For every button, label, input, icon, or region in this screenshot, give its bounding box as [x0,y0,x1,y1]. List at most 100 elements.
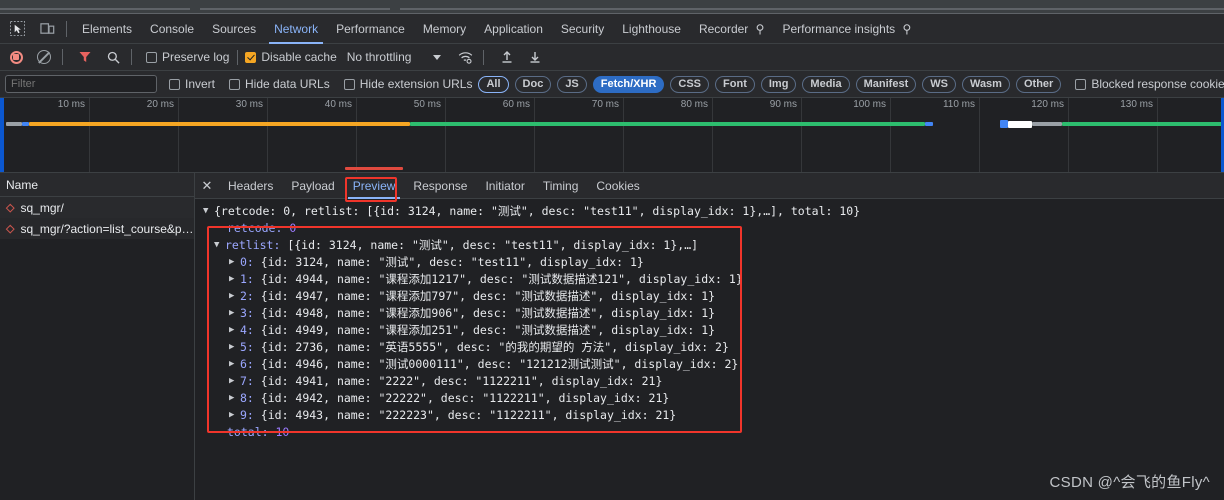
hide-extension-urls-checkbox[interactable]: Hide extension URLs [343,77,472,91]
tab-performance[interactable]: Performance [327,14,414,44]
close-icon[interactable]: ✕ [195,173,219,199]
json-item-value: {id: 4944, name: "课程添加1217", desc: "测试数据… [260,272,743,286]
tab-cookies[interactable]: Cookies [587,173,648,199]
inspect-element-icon[interactable] [4,16,30,42]
disable-cache-checkbox[interactable]: Disable cache [245,50,337,64]
tab-elements[interactable]: Elements [73,14,141,44]
network-overview-timeline[interactable]: 10 ms 20 ms 30 ms 40 ms 50 ms 60 ms 70 m… [0,98,1224,173]
type-chip-media[interactable]: Media [802,75,850,93]
type-chip-all[interactable]: All [478,75,509,93]
json-preview-viewer[interactable]: ▼ {retcode: 0, retlist: [{id: 3124, name:… [195,199,1224,500]
json-key-total: total: [227,425,269,439]
type-chip-doc[interactable]: Doc [514,75,552,93]
type-chip-manifest[interactable]: Manifest [855,75,917,93]
json-array-item[interactable]: ▶ 8: {id: 4942, name: "22222", desc: "112… [203,390,1224,407]
request-row-2[interactable]: ◇⁠ sq_mgr/?action=list_course&p… [0,218,194,239]
type-chip-wasm[interactable]: Wasm [961,75,1010,93]
tab-response[interactable]: Response [404,173,476,199]
tab-sources[interactable]: Sources [203,14,265,44]
chevron-collapsed-icon[interactable]: ▶ [229,373,240,390]
chevron-collapsed-icon[interactable]: ▶ [229,339,240,356]
network-toolbar: Preserve log Disable cache No throttling [0,44,1224,71]
json-value-retlist: [{id: 3124, name: "测试", desc: "test11", … [287,238,699,252]
hide-data-urls-box[interactable] [229,78,241,90]
type-chip-js[interactable]: JS [557,75,587,93]
blocked-response-cookies-box[interactable] [1075,78,1087,90]
type-chip-fetch-xhr[interactable]: Fetch/XHR [592,75,665,93]
network-filter-bar: Invert Hide data URLs Hide extension URL… [0,71,1224,98]
chevron-expanded-icon[interactable]: ▼ [203,203,214,220]
type-chip-other[interactable]: Other [1015,75,1062,93]
type-chip-font[interactable]: Font [715,75,755,93]
json-line-total[interactable]: total: 10 [203,424,1224,441]
tab-performance-insights[interactable]: Performance insights ⚲ [773,14,920,44]
overview-bar-request-2-white [1008,121,1032,128]
chevron-collapsed-icon[interactable]: ▶ [229,288,240,305]
ruler-tick: 80 ms [680,99,708,110]
chevron-collapsed-icon[interactable]: ▶ [229,322,240,339]
tab-preview[interactable]: Preview [344,173,405,199]
blocked-response-cookies-checkbox[interactable]: Blocked response cookies [1075,77,1224,91]
record-button[interactable] [4,45,28,69]
preserve-log-checkbox[interactable]: Preserve log [146,50,229,64]
tab-application[interactable]: Application [475,14,552,44]
json-array-item[interactable]: ▶ 6: {id: 4946, name: "测试0000111", desc: … [203,356,1224,373]
type-chip-img[interactable]: Img [760,75,797,93]
tab-recorder[interactable]: Recorder ⚲ [690,14,774,44]
search-icon[interactable] [101,45,125,69]
filter-icon[interactable] [73,45,97,69]
device-toolbar-icon[interactable] [34,16,60,42]
tab-lighthouse[interactable]: Lighthouse [613,14,690,44]
chevron-collapsed-icon[interactable]: ▶ [229,305,240,322]
type-chip-ws[interactable]: WS [922,75,956,93]
json-array-item[interactable]: ▶ 9: {id: 4943, name: "222223", desc: "11… [203,407,1224,424]
invert-checkbox[interactable]: Invert [169,77,215,91]
tab-headers[interactable]: Headers [219,173,282,199]
json-array-item[interactable]: ▶ 1: {id: 4944, name: "课程添加1217", desc: "… [203,271,1224,288]
chevron-expanded-icon[interactable]: ▼ [214,237,225,254]
json-value-total: 10 [275,425,290,439]
json-array-item[interactable]: ▶ 3: {id: 4948, name: "课程添加906", desc: "测… [203,305,1224,322]
hide-data-urls-checkbox[interactable]: Hide data URLs [229,77,330,91]
chevron-collapsed-icon[interactable]: ▶ [229,356,240,373]
tab-security-label: Security [560,21,605,36]
filter-input[interactable] [5,75,157,93]
browser-window-strip [0,0,1224,14]
tab-performance-insights-label: Performance insights [782,21,896,36]
tab-security[interactable]: Security [552,14,613,44]
hide-extension-urls-box[interactable] [343,78,355,90]
export-har-icon[interactable] [523,45,547,69]
tab-response-label: Response [413,178,468,193]
overview-selection-left-handle[interactable] [0,98,4,172]
column-header-name[interactable]: Name [0,173,194,197]
disable-cache-box[interactable] [245,51,257,63]
json-line-retcode[interactable]: retcode: 0 [203,220,1224,237]
json-line-retlist[interactable]: ▼ retlist: [{id: 3124, name: "测试", desc: … [203,237,1224,254]
type-chip-css[interactable]: CSS [670,75,710,93]
chevron-collapsed-icon[interactable]: ▶ [229,254,240,271]
tab-timing[interactable]: Timing [534,173,588,199]
json-array-item[interactable]: ▶ 7: {id: 4941, name: "2222", desc: "1122… [203,373,1224,390]
request-row-1[interactable]: ◇⁠ sq_mgr/ [0,197,194,218]
tab-cookies-label: Cookies [596,178,640,193]
tab-network[interactable]: Network [265,14,327,44]
json-array-item[interactable]: ▶ 5: {id: 2736, name: "英语5555", desc: "的我… [203,339,1224,356]
chevron-collapsed-icon[interactable]: ▶ [229,407,240,424]
throttling-dropdown[interactable]: No throttling [347,50,442,64]
json-root-line[interactable]: ▼ {retcode: 0, retlist: [{id: 3124, name:… [203,203,1224,220]
json-array-item[interactable]: ▶ 0: {id: 3124, name: "测试", desc: "test11… [203,254,1224,271]
clear-button[interactable] [32,45,56,69]
import-har-icon[interactable] [495,45,519,69]
json-item-value: {id: 4948, name: "课程添加906", desc: "测试数据描… [260,306,716,320]
json-array-item[interactable]: ▶ 2: {id: 4947, name: "课程添加797", desc: "测… [203,288,1224,305]
tab-memory[interactable]: Memory [414,14,475,44]
chevron-collapsed-icon[interactable]: ▶ [229,271,240,288]
invert-box[interactable] [169,78,180,90]
preserve-log-box[interactable] [146,51,157,63]
tab-payload[interactable]: Payload [282,173,343,199]
json-array-item[interactable]: ▶ 4: {id: 4949, name: "课程添加251", desc: "测… [203,322,1224,339]
tab-initiator[interactable]: Initiator [476,173,533,199]
chevron-collapsed-icon[interactable]: ▶ [229,390,240,407]
tab-console[interactable]: Console [141,14,203,44]
network-conditions-icon[interactable] [453,45,477,69]
